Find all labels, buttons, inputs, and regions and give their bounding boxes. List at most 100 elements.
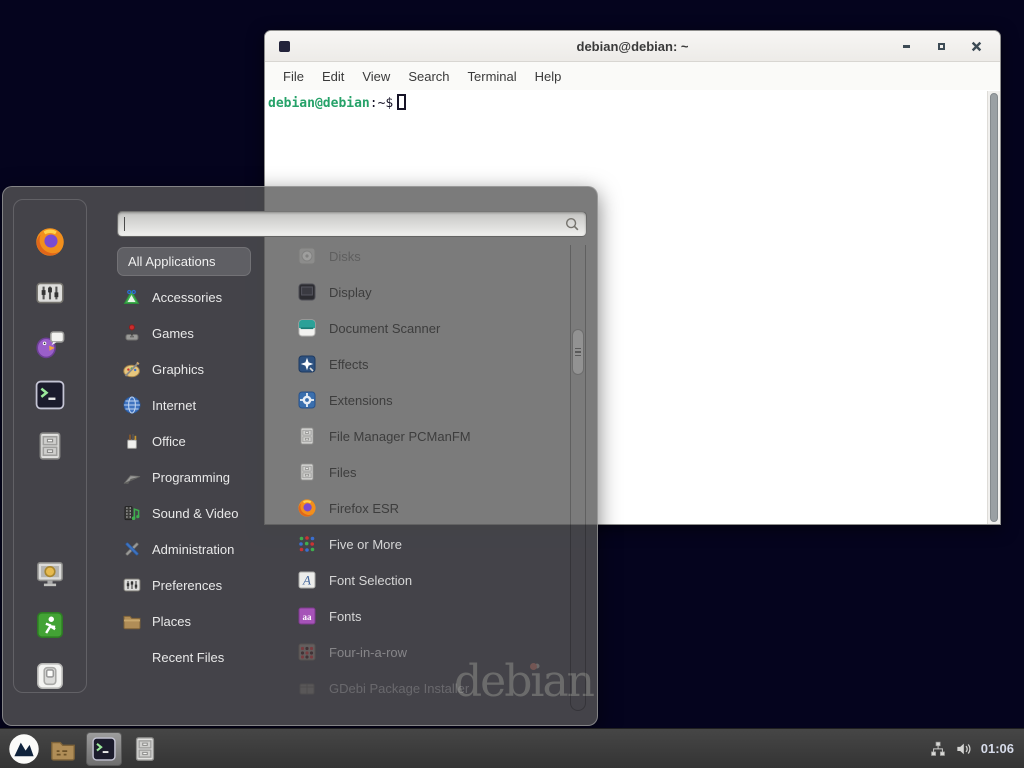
app-gdebi-package-installer[interactable]: GDebi Package Installer xyxy=(263,670,573,706)
app-file-manager-pcmanfm[interactable]: File Manager PCManFM xyxy=(263,418,573,454)
favorite-settings-panel-icon[interactable] xyxy=(34,277,66,309)
search-icon xyxy=(564,216,580,232)
app-font-selection[interactable]: A Font Selection xyxy=(263,562,573,598)
terminal-scrollbar-thumb[interactable] xyxy=(990,93,998,522)
app-document-scanner[interactable]: Document Scanner xyxy=(263,310,573,346)
favorite-screensaver-lock-icon[interactable] xyxy=(34,558,66,590)
applications-scrollbar-thumb[interactable] xyxy=(572,329,584,375)
file-manager-launcher[interactable] xyxy=(49,735,77,763)
category-places[interactable]: Places xyxy=(117,603,251,639)
graphics-icon xyxy=(122,359,142,379)
text-caret xyxy=(124,217,125,231)
system-tray: 01:06 xyxy=(929,740,1016,758)
terminal-window-list-button[interactable] xyxy=(86,732,122,766)
taskbar-panel: 01:06 xyxy=(0,728,1024,768)
app-firefox-esr[interactable]: Firefox ESR xyxy=(263,490,573,526)
category-label: Games xyxy=(152,326,194,341)
games-icon xyxy=(122,323,142,343)
svg-text:aa: aa xyxy=(303,612,313,622)
category-recent-files[interactable]: Recent Files xyxy=(117,639,251,675)
favorite-firefox-icon[interactable] xyxy=(34,226,66,258)
category-label: Administration xyxy=(152,542,234,557)
favorite-logout-icon[interactable] xyxy=(34,609,66,641)
extensions-icon xyxy=(297,390,317,410)
settings-panel-icon xyxy=(122,575,142,595)
category-sound-video[interactable]: Sound & Video xyxy=(117,495,251,531)
favorite-shutdown-icon[interactable] xyxy=(34,660,66,692)
menu-button[interactable] xyxy=(8,733,40,765)
app-fonts[interactable]: aaFonts xyxy=(263,598,573,634)
category-administration[interactable]: Administration xyxy=(117,531,251,567)
terminal-menu-search[interactable]: Search xyxy=(399,66,458,87)
category-games[interactable]: Games xyxy=(117,315,251,351)
categories-pane: All Applications Accessories Games Graphic… xyxy=(117,247,251,675)
app-label: GDebi Package Installer xyxy=(329,681,469,696)
category-programming[interactable]: Programming xyxy=(117,459,251,495)
internet-icon xyxy=(122,395,142,415)
favorite-pidgin-icon[interactable] xyxy=(34,328,66,360)
prompt-user-host: debian@debian xyxy=(268,96,370,111)
five-or-more-icon xyxy=(297,534,317,554)
sound-video-icon xyxy=(122,503,142,523)
maximize-button[interactable] xyxy=(936,41,947,52)
app-label: Font Selection xyxy=(329,573,412,588)
disks-icon xyxy=(297,246,317,266)
document-scanner-icon xyxy=(297,318,317,338)
terminal-menu-help[interactable]: Help xyxy=(526,66,571,87)
category-preferences[interactable]: Preferences xyxy=(117,567,251,603)
terminal-titlebar[interactable]: debian@debian: ~ xyxy=(265,31,1000,62)
firefox-icon xyxy=(297,498,317,518)
category-label: Places xyxy=(152,614,191,629)
maximize-icon xyxy=(938,43,945,50)
app-effects[interactable]: Effects xyxy=(263,346,573,382)
files-launcher[interactable] xyxy=(131,735,159,763)
volume-icon[interactable] xyxy=(955,740,973,758)
app-extensions[interactable]: Extensions xyxy=(263,382,573,418)
category-accessories[interactable]: Accessories xyxy=(117,279,251,315)
favorites-sidebar xyxy=(13,199,87,693)
administration-icon xyxy=(122,539,142,559)
terminal-menu-edit[interactable]: Edit xyxy=(313,66,353,87)
fonts-icon: aa xyxy=(297,606,317,626)
blank-icon xyxy=(122,647,142,667)
close-button[interactable] xyxy=(971,41,982,52)
favorite-terminal-icon[interactable] xyxy=(34,379,66,411)
category-label: Accessories xyxy=(152,290,222,305)
app-label: Files xyxy=(329,465,356,480)
terminal-menu-view[interactable]: View xyxy=(353,66,399,87)
terminal-cursor xyxy=(397,94,406,110)
applications-list: DisksDisplayDocument Scanner Effects Exten… xyxy=(263,238,573,706)
terminal-menu-terminal[interactable]: Terminal xyxy=(459,66,526,87)
app-disks[interactable]: Disks xyxy=(263,238,573,274)
svg-text:A: A xyxy=(302,573,311,588)
app-label: Extensions xyxy=(329,393,393,408)
applications-scrollbar[interactable] xyxy=(570,245,586,711)
prompt-path: :~$ xyxy=(370,96,393,111)
app-label: Effects xyxy=(329,357,369,372)
app-files[interactable]: Files xyxy=(263,454,573,490)
search-input[interactable] xyxy=(117,211,587,237)
app-four-in-a-row[interactable]: Four-in-a-row xyxy=(263,634,573,670)
category-graphics[interactable]: Graphics xyxy=(117,351,251,387)
category-office[interactable]: Office xyxy=(117,423,251,459)
clock[interactable]: 01:06 xyxy=(981,741,1014,756)
four-in-a-row-icon xyxy=(297,642,317,662)
terminal-scrollbar[interactable] xyxy=(987,91,1000,524)
applications-menu-popup: All Applications Accessories Games Graphic… xyxy=(2,186,598,726)
minimize-button[interactable] xyxy=(901,41,912,52)
app-label: Five or More xyxy=(329,537,402,552)
network-icon[interactable] xyxy=(929,740,947,758)
terminal-menubar: FileEditViewSearchTerminalHelp xyxy=(265,62,1000,90)
terminal-menu-file[interactable]: File xyxy=(274,66,313,87)
folder-icon xyxy=(122,611,142,631)
app-display[interactable]: Display xyxy=(263,274,573,310)
app-five-or-more[interactable]: Five or More xyxy=(263,526,573,562)
category-internet[interactable]: Internet xyxy=(117,387,251,423)
close-icon xyxy=(971,41,982,52)
all-applications-button[interactable]: All Applications xyxy=(117,247,251,276)
font-selection-icon: A xyxy=(297,570,317,590)
gdebi-icon xyxy=(297,678,317,698)
category-label: Preferences xyxy=(152,578,222,593)
favorite-file-cabinet-icon[interactable] xyxy=(34,430,66,462)
file-cabinet-icon xyxy=(297,426,317,446)
